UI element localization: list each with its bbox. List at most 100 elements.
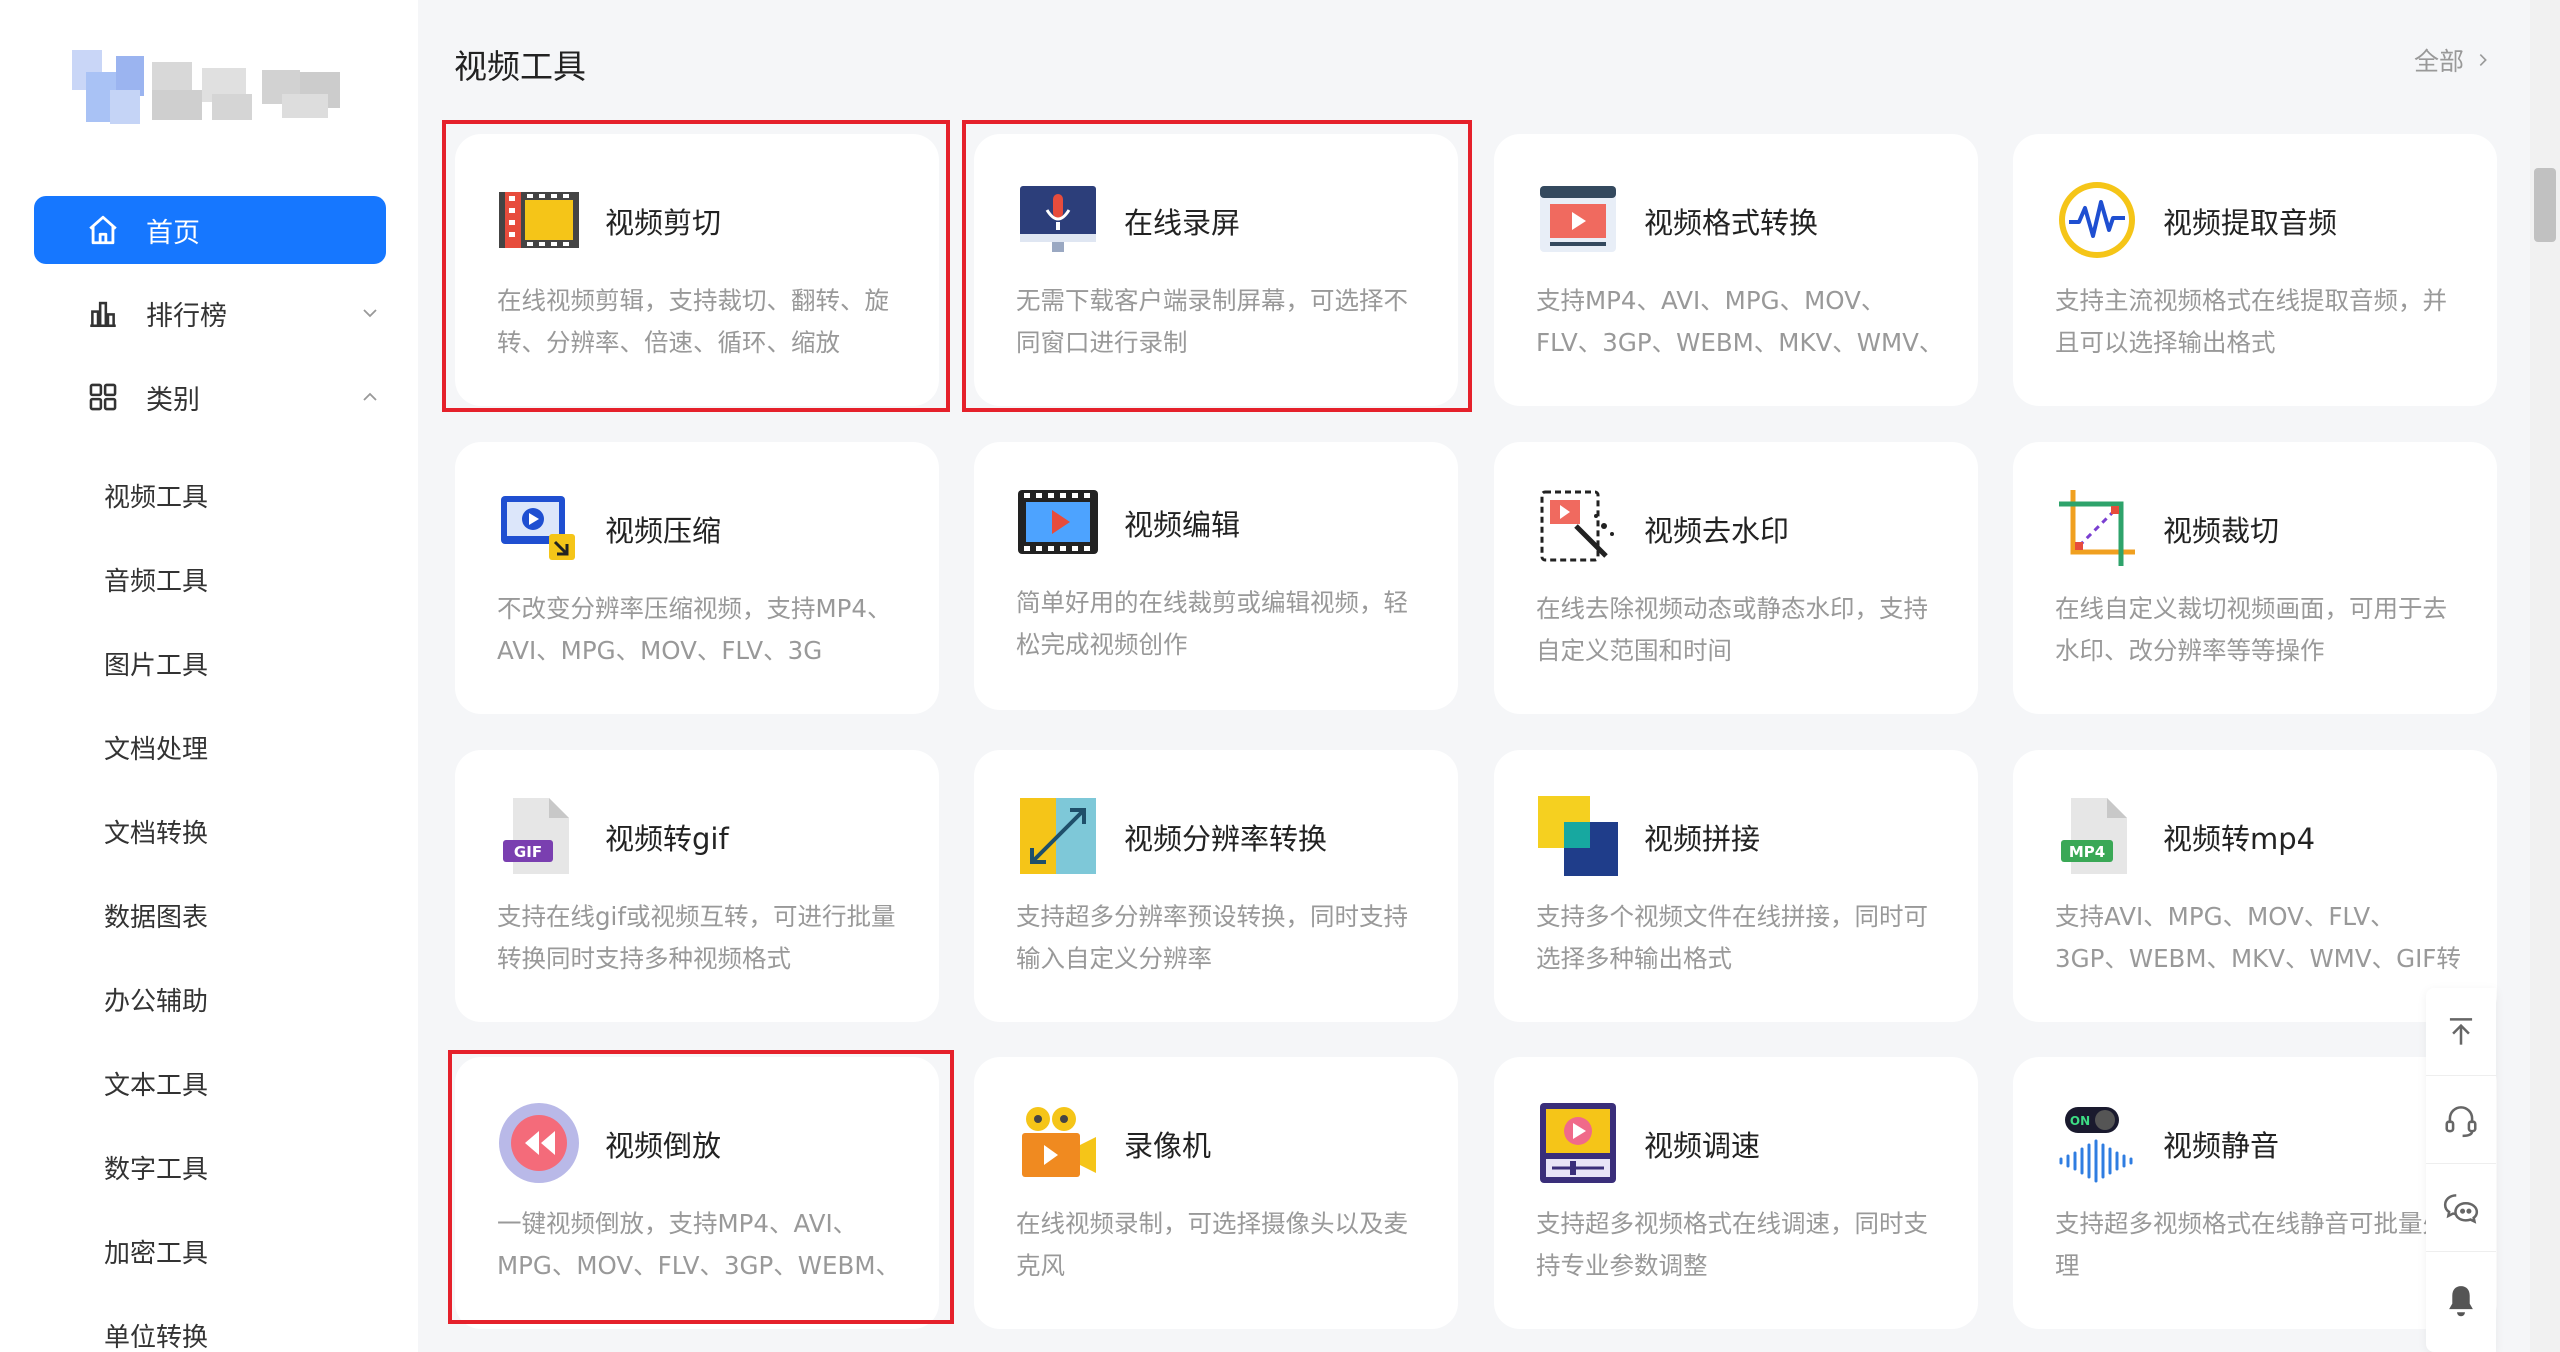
card-desc: 在线视频剪辑，支持裁切、翻转、旋转、分辨率、倍速、循环、缩放 — [497, 286, 889, 357]
sidebar-item-unit-conversion[interactable]: 单位转换 — [104, 1318, 208, 1352]
card-desc: 不改变分辨率压缩视频，支持MP4、AVI、MPG、MOV、FLV、3G — [497, 594, 892, 665]
view-all-label: 全部 — [2414, 47, 2465, 76]
sidebar-item-encrypt-tools[interactable]: 加密工具 — [104, 1234, 208, 1274]
tool-card-video-crop[interactable]: 视频裁切 在线自定义裁切视频画面，可用于去水印、改分辨率等等操作 — [2013, 442, 2497, 714]
bar-chart-icon — [90, 301, 116, 328]
tool-card-video-reverse[interactable]: 视频倒放 一键视频倒放，支持MP4、AVI、MPG、MOV、FLV、3GP、WE… — [455, 1057, 939, 1329]
card-title: 视频倒放 — [605, 1129, 722, 1163]
card-title: 视频剪切 — [605, 206, 722, 240]
grid-icon — [89, 383, 117, 411]
sidebar-item-doc-processing[interactable]: 文档处理 — [104, 730, 208, 770]
tool-card-speed-adjust[interactable]: 视频调速 支持超多视频格式在线调速，同时支持专业参数调整 — [1494, 1057, 1978, 1329]
card-title: 视频去水印 — [1644, 514, 1790, 548]
nav-ranking[interactable]: 排行榜 — [34, 281, 386, 345]
sidebar-item-number-tools[interactable]: 数字工具 — [104, 1150, 208, 1190]
watermark-remove-icon — [1540, 490, 1614, 562]
speed-slider-icon — [1540, 1103, 1616, 1183]
tool-card-video-mute[interactable]: ON 视频静音 支持超多视频格式在线静音可批量处理 — [2013, 1057, 2497, 1329]
tool-card-compress[interactable]: 视频压缩 不改变分辨率压缩视频，支持MP4、AVI、MPG、MOV、FLV、3G — [455, 442, 939, 714]
scrollbar-thumb[interactable] — [2534, 168, 2556, 242]
audio-wave-icon — [2059, 182, 2135, 258]
card-desc: 支持在线gif或视频互转，可进行批量转换同时支持多种视频格式 — [497, 902, 896, 973]
card-desc: 简单好用的在线裁剪或编辑视频，轻松完成视频创作 — [1016, 588, 1408, 659]
tool-card-remove-watermark[interactable]: 视频去水印 在线去除视频动态或静态水印，支持自定义范围和时间 — [1494, 442, 1978, 714]
mp4-file-icon: MP4 — [2061, 798, 2127, 874]
sidebar-item-image-tools[interactable]: 图片工具 — [104, 646, 208, 686]
site-logo[interactable] — [72, 50, 344, 124]
card-desc: 在线自定义裁切视频画面，可用于去水印、改分辨率等等操作 — [2055, 594, 2447, 665]
card-desc: 支持超多分辨率预设转换，同时支持输入自定义分辨率 — [1016, 902, 1408, 973]
merge-blocks-icon — [1538, 796, 1618, 876]
wechat-button[interactable] — [2426, 1164, 2496, 1252]
card-desc: 支持超多视频格式在线调速，同时支持专业参数调整 — [1536, 1209, 1928, 1280]
sidebar: 首页 排行榜 类别 视频工具 音频工具 图片工具 文档处理 文档转换 数据图表 … — [0, 0, 418, 1352]
tool-card-video-edit[interactable]: 视频编辑 简单好用的在线裁剪或编辑视频，轻松完成视频创作 — [974, 442, 1458, 710]
back-to-top-button[interactable] — [2426, 988, 2496, 1076]
card-title: 视频拼接 — [1644, 822, 1761, 856]
tool-card-resolution-convert[interactable]: 视频分辨率转换 支持超多分辨率预设转换，同时支持输入自定义分辨率 — [974, 750, 1458, 1022]
card-title: 视频分辨率转换 — [1124, 822, 1328, 856]
card-title: 视频调速 — [1644, 1129, 1761, 1163]
arrow-up-icon — [2449, 1017, 2473, 1045]
screen-mic-icon — [1020, 186, 1096, 252]
nav-home[interactable]: 首页 — [34, 196, 386, 264]
nav-ranking-label: 排行榜 — [146, 300, 227, 332]
gif-file-icon: GIF — [503, 798, 569, 874]
chevron-down-icon — [363, 309, 377, 318]
card-title: 视频提取音频 — [2163, 206, 2338, 240]
section-title: 视频工具 — [454, 47, 586, 86]
chevron-up-icon — [363, 392, 377, 401]
sidebar-item-text-tools[interactable]: 文本工具 — [104, 1066, 208, 1106]
card-title: 视频转mp4 — [2163, 822, 2316, 856]
mp4-badge-text: MP4 — [2069, 843, 2105, 861]
card-desc: 支持主流视频格式在线提取音频，并且可以选择输出格式 — [2055, 286, 2447, 357]
crop-icon — [2059, 490, 2135, 566]
card-title: 视频转gif — [605, 822, 729, 856]
sidebar-item-doc-conversion[interactable]: 文档转换 — [104, 814, 208, 854]
card-desc: 支持MP4、AVI、MPG、MOV、FLV、3GP、WEBM、MKV、WMV、G — [1536, 286, 1944, 357]
card-desc: 在线视频录制，可选择摄像头以及麦克风 — [1016, 1209, 1408, 1280]
card-desc: 支持多个视频文件在线拼接，同时可选择多种输出格式 — [1536, 902, 1928, 973]
headset-icon — [2445, 1105, 2477, 1137]
card-title: 录像机 — [1124, 1129, 1212, 1163]
sidebar-item-audio-tools[interactable]: 音频工具 — [104, 562, 208, 602]
nav-home-label: 首页 — [146, 217, 200, 249]
home-icon — [89, 215, 117, 245]
gif-badge-text: GIF — [514, 843, 542, 861]
floating-toolbar — [2426, 988, 2496, 1352]
tool-card-video-to-mp4[interactable]: MP4 视频转mp4 支持AVI、MPG、MOV、FLV、3GP、WEBM、MK… — [2013, 750, 2497, 1022]
tool-card-video-merge[interactable]: 视频拼接 支持多个视频文件在线拼接，同时可选择多种输出格式 — [1494, 750, 1978, 1022]
card-desc: 无需下载客户端录制屏幕，可选择不同窗口进行录制 — [1016, 286, 1408, 357]
rewind-icon — [499, 1103, 579, 1183]
view-all-link[interactable]: 全部 — [2414, 42, 2492, 78]
resize-icon — [1020, 798, 1096, 874]
card-title: 视频格式转换 — [1644, 206, 1819, 240]
notification-button[interactable] — [2426, 1252, 2496, 1352]
chevron-right-icon — [2479, 54, 2487, 66]
card-title: 在线录屏 — [1124, 206, 1241, 240]
nav-category-label: 类别 — [146, 384, 200, 416]
sidebar-item-data-charts[interactable]: 数据图表 — [104, 898, 208, 938]
card-desc: 一键视频倒放，支持MP4、AVI、MPG、MOV、FLV、3GP、WEBM、 — [497, 1209, 900, 1280]
sidebar-item-video-tools[interactable]: 视频工具 — [104, 478, 208, 518]
film-strip-icon — [499, 192, 579, 248]
tool-card-format-convert[interactable]: 视频格式转换 支持MP4、AVI、MPG、MOV、FLV、3GP、WEBM、MK… — [1494, 134, 1978, 406]
card-title: 视频编辑 — [1124, 508, 1241, 542]
on-toggle-text: ON — [2070, 1114, 2090, 1128]
tool-card-video-cut[interactable]: 视频剪切 在线视频剪辑，支持裁切、翻转、旋转、分辨率、倍速、循环、缩放 — [455, 134, 939, 406]
compress-screen-icon — [501, 496, 575, 560]
bell-icon — [2449, 1286, 2473, 1317]
mute-toggle-icon: ON — [2059, 1107, 2133, 1183]
sidebar-item-office-assist[interactable]: 办公辅助 — [104, 982, 208, 1022]
card-title: 视频压缩 — [605, 514, 722, 548]
card-desc: 支持超多视频格式在线静音可批量处理 — [2055, 1209, 2447, 1280]
tool-card-video-to-gif[interactable]: GIF 视频转gif 支持在线gif或视频互转，可进行批量转换同时支持多种视频格… — [455, 750, 939, 1022]
tool-card-camera-recorder[interactable]: 录像机 在线视频录制，可选择摄像头以及麦克风 — [974, 1057, 1458, 1329]
tool-card-screen-record[interactable]: 在线录屏 无需下载客户端录制屏幕，可选择不同窗口进行录制 — [974, 134, 1458, 406]
tool-card-extract-audio[interactable]: 视频提取音频 支持主流视频格式在线提取音频，并且可以选择输出格式 — [2013, 134, 2497, 406]
card-title: 视频裁切 — [2163, 514, 2280, 548]
film-play-icon — [1018, 490, 1098, 554]
customer-support-button[interactable] — [2426, 1076, 2496, 1164]
card-desc: 在线去除视频动态或静态水印，支持自定义范围和时间 — [1536, 594, 1928, 665]
nav-category[interactable]: 类别 — [34, 365, 386, 429]
